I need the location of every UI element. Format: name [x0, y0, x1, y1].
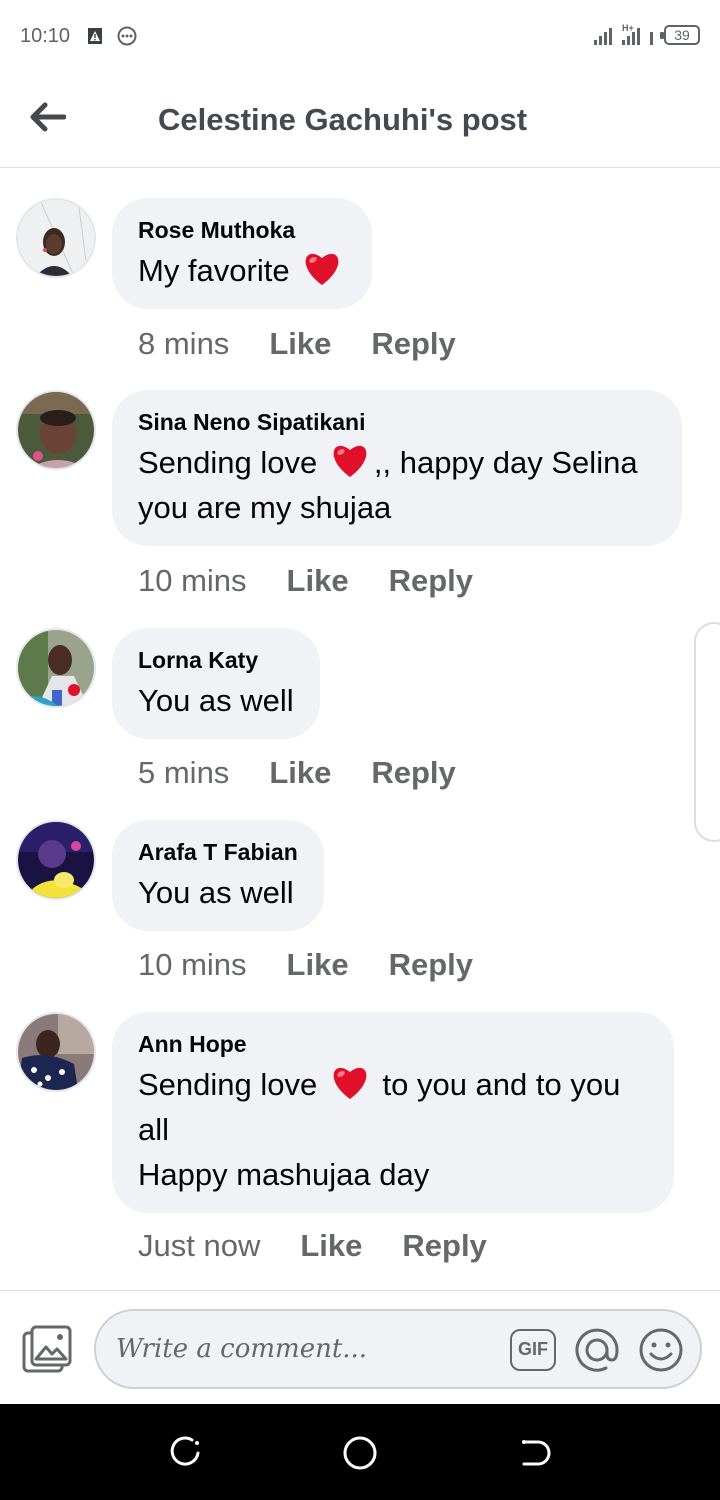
comment-meta: Just now Like Reply	[138, 1228, 487, 1264]
avatar[interactable]	[16, 628, 96, 708]
comment-bubble[interactable]: Sina Neno Sipatikani Sending love ,, hap…	[112, 390, 682, 546]
gif-label: GIF	[518, 1339, 548, 1359]
svg-text:H+: H+	[622, 23, 634, 33]
comment-text: Sending love ,, happy day Selina you are…	[138, 440, 656, 530]
emoji-icon[interactable]	[638, 1327, 684, 1373]
like-button[interactable]: Like	[287, 947, 349, 983]
status-time: 10:10	[20, 25, 71, 47]
comment-composer: GIF	[0, 1290, 720, 1404]
page-title: Celestine Gachuhi's post	[158, 102, 528, 137]
avatar[interactable]	[16, 820, 96, 900]
gif-icon[interactable]: GIF	[510, 1329, 556, 1371]
heart-emoji-icon	[305, 253, 339, 285]
more-dots-icon	[117, 26, 137, 46]
comment-text: Sending love to you and to you all	[138, 1062, 648, 1152]
reply-button[interactable]: Reply	[389, 947, 473, 983]
reply-button[interactable]: Reply	[402, 1228, 486, 1264]
like-button[interactable]: Like	[300, 1228, 362, 1264]
heart-emoji-icon	[333, 1067, 367, 1099]
comment-text: You as well	[138, 683, 294, 718]
reply-button[interactable]: Reply	[371, 326, 455, 362]
reply-button[interactable]: Reply	[371, 755, 455, 791]
reply-button[interactable]: Reply	[389, 563, 473, 599]
side-panel-handle[interactable]	[694, 622, 720, 842]
comment-author[interactable]: Rose Muthoka	[138, 216, 346, 244]
comment-time: 10 mins	[138, 947, 247, 982]
comment-author[interactable]: Lorna Katy	[138, 646, 294, 674]
like-button[interactable]: Like	[269, 326, 331, 362]
like-button[interactable]: Like	[269, 755, 331, 791]
comment-author[interactable]: Arafa T Fabian	[138, 838, 298, 866]
comment-time: Just now	[138, 1228, 261, 1263]
comment-input-box[interactable]: GIF	[94, 1309, 702, 1389]
comment-meta: 10 mins Like Reply	[138, 563, 473, 599]
arrow-left-icon	[30, 102, 66, 132]
photo-icon[interactable]	[20, 1323, 74, 1377]
back-button[interactable]	[24, 94, 70, 140]
status-bar: 10:10 H+ 39	[0, 0, 720, 72]
home-icon[interactable]	[341, 1434, 379, 1472]
comment-bubble[interactable]: Rose Muthoka My favorite	[112, 198, 373, 309]
comment-bubble[interactable]: Arafa T Fabian You as well	[112, 820, 324, 931]
comment-author[interactable]: Sina Neno Sipatikani	[138, 408, 656, 436]
comment-meta: 10 mins Like Reply	[138, 947, 473, 983]
comment-time: 8 mins	[138, 326, 230, 361]
recent-apps-icon[interactable]	[166, 1434, 204, 1472]
comment-meta: 5 mins Like Reply	[138, 755, 456, 791]
at-icon[interactable]	[574, 1327, 620, 1373]
like-button[interactable]: Like	[287, 563, 349, 599]
header: Celestine Gachuhi's post	[0, 72, 720, 168]
comment-text: You as well	[138, 875, 294, 910]
battery-icon: 39	[660, 25, 700, 45]
comment-meta: 8 mins Like Reply	[138, 326, 456, 362]
avatar[interactable]	[16, 390, 96, 470]
signal-icon: H+	[594, 23, 653, 45]
heart-emoji-icon	[333, 445, 367, 477]
system-nav-bar	[0, 1404, 720, 1500]
comment-author[interactable]: Ann Hope	[138, 1030, 648, 1058]
avatar[interactable]	[16, 1012, 96, 1092]
comment-time: 10 mins	[138, 563, 247, 598]
battery-level: 39	[674, 27, 690, 43]
comment-text-line: Happy mashujaa day	[138, 1157, 430, 1192]
back-nav-icon[interactable]	[516, 1434, 554, 1472]
comment-text: My favorite	[138, 248, 346, 293]
comment-input[interactable]	[116, 1329, 496, 1369]
comment-bubble[interactable]: Ann Hope Sending love to you and to you …	[112, 1012, 674, 1213]
comment-bubble[interactable]: Lorna Katy You as well	[112, 628, 320, 739]
warning-icon	[88, 28, 102, 44]
comment-time: 5 mins	[138, 755, 230, 790]
avatar[interactable]	[16, 198, 96, 278]
